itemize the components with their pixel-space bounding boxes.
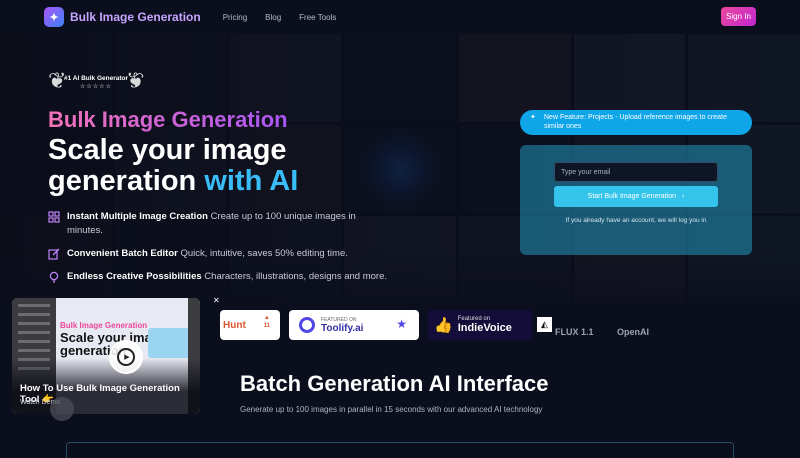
video-screen-title: Bulk Image Generation	[60, 321, 148, 330]
feature-desc: Quick, intuitive, saves 50% editing time…	[177, 248, 348, 259]
play-icon: ▶	[117, 348, 135, 366]
nav-pricing[interactable]: Pricing	[223, 13, 247, 22]
indievoice-badge[interactable]: 👍 Featured on IndieVoice	[428, 310, 532, 340]
lightbulb-icon	[49, 271, 59, 283]
section-subtitle: Generate up to 100 images in parallel in…	[240, 405, 543, 414]
signup-panel: Type your email Start Bulk Image Generat…	[520, 145, 752, 255]
rating-stars: ☆☆☆☆☆	[80, 83, 112, 90]
product-hunt-badge[interactable]: Hunt ▲ 11	[220, 310, 280, 340]
product-hunt-label: Hunt	[223, 319, 246, 331]
email-input[interactable]: Type your email	[554, 162, 718, 182]
sign-in-button[interactable]: Sign In	[721, 7, 756, 26]
sparkle-icon: ✦	[530, 114, 536, 121]
feature-item: Convenient Batch Editor Quick, intuitive…	[48, 247, 388, 261]
feature-title: Instant Multiple Image Creation	[67, 211, 208, 222]
toolify-badge[interactable]: FEATURED ON Toolify.ai ★	[289, 310, 419, 340]
floating-round-button[interactable]	[50, 397, 74, 421]
award-badge: ❦ ❦ #1 AI Bulk Generator ☆☆☆☆☆	[46, 66, 146, 98]
feature-title: Convenient Batch Editor	[67, 248, 178, 259]
brand-name[interactable]: Bulk Image Generation	[70, 10, 201, 24]
hero-title-line1: Scale your image	[48, 134, 287, 166]
edit-icon	[48, 248, 60, 260]
brand-logo-icon[interactable]: ✦	[44, 7, 64, 27]
nav-links: Pricing Blog Free Tools	[223, 13, 337, 22]
feature-title: Endless Creative Possibilities	[67, 271, 202, 282]
feature-list: Instant Multiple Image Creation Create u…	[48, 210, 388, 293]
interface-preview-frame	[66, 442, 734, 458]
badge-text: #1 AI Bulk Generator	[63, 74, 129, 82]
toolify-name: Toolify.ai	[321, 322, 364, 334]
star-icon: ★	[396, 317, 407, 331]
hero-title-line2: generation	[48, 165, 205, 197]
close-icon[interactable]: ✕	[213, 296, 220, 305]
feature-item: Instant Multiple Image Creation Create u…	[48, 210, 388, 238]
demo-video-card[interactable]: Bulk Image Generation Scale your image g…	[12, 298, 200, 414]
toolify-logo-icon	[299, 317, 315, 333]
feature-desc: Characters, illustrations, designs and m…	[201, 271, 387, 282]
indievoice-name: IndieVoice	[457, 322, 512, 334]
hero-title-accent: with AI	[204, 165, 299, 197]
login-note: If you already have an account, we will …	[565, 217, 707, 224]
new-feature-text: New Feature: Projects - Upload reference…	[544, 114, 727, 130]
laurel-right-icon: ❦	[125, 68, 144, 93]
nav-blog[interactable]: Blog	[265, 13, 281, 22]
start-generation-button[interactable]: Start Bulk Image Generation ›	[554, 186, 718, 207]
hero-title: Scale your image generation with AI	[48, 135, 378, 197]
play-button[interactable]: ▶	[109, 340, 143, 374]
feature-text: Endless Creative Possibilities Character…	[67, 270, 387, 284]
grid-icon	[48, 211, 60, 223]
product-hunt-upvotes: ▲ 11	[263, 315, 270, 329]
start-generation-label: Start Bulk Image Generation	[587, 193, 676, 200]
openai-logo-text: OpenAI	[617, 327, 650, 337]
chevron-right-icon: ›	[681, 193, 685, 200]
section-title: Batch Generation AI Interface	[240, 371, 549, 396]
video-screen-card	[148, 328, 190, 358]
thumbs-up-icon: 👍	[434, 317, 453, 334]
flux-logo-icon: ◭	[537, 317, 552, 332]
top-navbar: ✦ Bulk Image Generation Pricing Blog Fre…	[0, 0, 800, 34]
hero-subtitle: Bulk Image Generation	[48, 107, 288, 132]
feature-text: Instant Multiple Image Creation Create u…	[67, 210, 388, 238]
laurel-left-icon: ❦	[48, 68, 67, 93]
feature-text: Convenient Batch Editor Quick, intuitive…	[67, 247, 348, 261]
page: ✦ Bulk Image Generation Pricing Blog Fre…	[0, 0, 800, 458]
feature-item: Endless Creative Possibilities Character…	[48, 270, 388, 284]
nav-free-tools[interactable]: Free Tools	[299, 13, 336, 22]
new-feature-pill[interactable]: ✦ New Feature: Projects - Upload referen…	[520, 110, 752, 135]
flux-logo-text: FLUX 1.1	[555, 327, 594, 337]
